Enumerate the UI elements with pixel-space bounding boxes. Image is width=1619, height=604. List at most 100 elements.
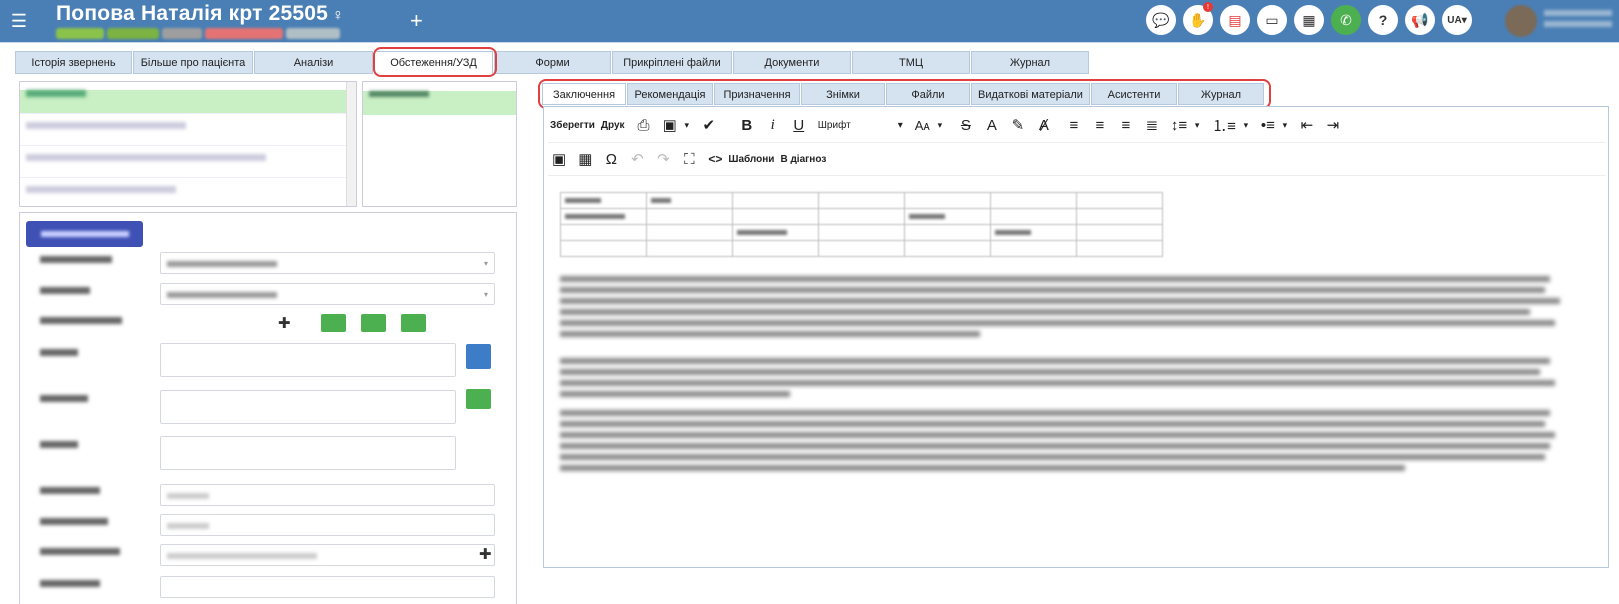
outdent-icon[interactable]: ⇤	[1300, 116, 1314, 134]
tab-journal[interactable]: Журнал	[971, 51, 1089, 74]
table-row	[560, 208, 1163, 225]
field-label	[40, 317, 122, 324]
fullscreen-icon[interactable]: ⛶	[682, 151, 696, 168]
chevron-down-icon[interactable]: ▾	[680, 120, 694, 131]
image-icon[interactable]: ▣	[663, 116, 677, 134]
font-size-icon[interactable]: Aᴀ	[915, 118, 930, 133]
insert-image-icon[interactable]: ▣	[552, 150, 566, 168]
align-justify-icon[interactable]: ≣	[1145, 116, 1159, 134]
female-icon: ♀	[332, 7, 345, 24]
save-button[interactable]: Зберегти	[550, 120, 595, 131]
pdf-icon[interactable]: ▤	[1220, 5, 1250, 35]
card-icon[interactable]: ▭	[1257, 5, 1287, 35]
special-char-icon[interactable]: Ω	[604, 151, 618, 168]
chevron-down-icon[interactable]: ▾	[933, 120, 947, 131]
text-paragraph	[560, 410, 1600, 476]
language-selector[interactable]: UA ▾	[1442, 5, 1472, 35]
to-diagnosis-button[interactable]: В діагноз	[780, 154, 826, 165]
tab-analyses[interactable]: Аналізи	[254, 51, 373, 74]
select-field[interactable]: ▾	[160, 283, 495, 305]
tab-attached-files[interactable]: Прикріплені файли	[612, 51, 732, 74]
green-button[interactable]	[321, 314, 346, 332]
green-button[interactable]	[361, 314, 386, 332]
print-button[interactable]: Друк	[601, 120, 625, 131]
chevron-down-icon[interactable]: ▾	[1278, 120, 1292, 131]
hamburger-icon[interactable]: ☰	[0, 11, 38, 32]
field-label	[40, 548, 120, 555]
field-label	[40, 395, 88, 402]
input-field[interactable]	[160, 484, 495, 506]
add-button[interactable]: +	[410, 8, 423, 34]
input-field[interactable]	[160, 544, 495, 566]
list-item[interactable]	[20, 122, 356, 146]
underline-icon[interactable]: U	[792, 117, 806, 134]
indent-icon[interactable]: ⇥	[1326, 116, 1340, 134]
code-icon[interactable]: <>	[708, 152, 722, 166]
textarea-field[interactable]	[160, 436, 456, 470]
input-field[interactable]	[160, 313, 295, 333]
tab-history[interactable]: Історія звернень	[15, 51, 132, 74]
redo-icon[interactable]: ↷	[656, 150, 670, 168]
chevron-down-icon[interactable]: ▾	[1239, 120, 1253, 131]
italic-icon[interactable]: i	[766, 117, 780, 134]
tab-tmc[interactable]: ТМЦ	[852, 51, 970, 74]
templates-button[interactable]: Шаблони	[728, 154, 774, 165]
editor-toolbar-row-2: ▣ ▦ Ω ↶ ↷ ⛶ <> Шаблони В діагноз	[550, 147, 832, 171]
check-icon[interactable]: ✔	[702, 116, 716, 134]
list-item[interactable]	[20, 90, 356, 114]
green-button[interactable]	[401, 314, 426, 332]
undo-icon[interactable]: ↶	[630, 150, 644, 168]
date-list[interactable]	[362, 81, 517, 207]
printer-icon[interactable]: ⎙	[637, 117, 651, 134]
ordered-list-icon[interactable]: ⒈≡	[1212, 115, 1236, 136]
help-icon[interactable]: ?	[1368, 5, 1398, 35]
table-icon[interactable]: ▦	[578, 150, 592, 168]
add-icon[interactable]: ✚	[278, 314, 291, 332]
phone-icon[interactable]: ✆	[1331, 5, 1361, 35]
patient-name: Попова Наталія крт 25505	[56, 2, 329, 25]
tab-documents[interactable]: Документи	[733, 51, 851, 74]
list-item[interactable]	[20, 154, 356, 178]
chevron-down-icon[interactable]: ▾	[1190, 120, 1204, 131]
field-label	[40, 487, 100, 494]
exam-list[interactable]	[19, 81, 357, 207]
highlighter-icon[interactable]: ✎	[1011, 116, 1025, 134]
field-label	[40, 580, 100, 587]
chip	[162, 28, 202, 39]
textarea-field[interactable]	[160, 390, 456, 424]
hand-icon[interactable]: ✋!	[1183, 2, 1213, 35]
chat-icon[interactable]: 💬	[1146, 5, 1176, 35]
blue-button[interactable]	[466, 344, 491, 369]
bullet-list-icon[interactable]: •≡	[1261, 117, 1275, 134]
tab-more-about-patient[interactable]: Більше про пацієнта	[133, 51, 253, 74]
clear-format-icon[interactable]: Ⱥ	[1037, 117, 1051, 134]
green-button[interactable]	[466, 389, 491, 409]
list-scrollbar[interactable]	[346, 82, 356, 206]
align-right-icon[interactable]: ≡	[1119, 117, 1133, 134]
font-select-label: Шрифт	[817, 119, 851, 131]
add-icon[interactable]: ✚	[479, 545, 492, 563]
input-field[interactable]	[160, 514, 495, 536]
top-icons: 💬 ✋! ▤ ▭ ▦ ✆ ? 📢 UA ▾	[1146, 2, 1472, 35]
align-center-icon[interactable]: ≡	[1093, 117, 1107, 134]
select-field[interactable]: ▾	[160, 252, 495, 274]
highlight-inner-tabs	[538, 79, 1271, 109]
editor-toolbar-row-1: Зберегти Друк ⎙ ▣ ▾ ✔ B i U Шрифт ▾ Aᴀ ▾ S …	[550, 113, 1346, 137]
bold-icon[interactable]: B	[740, 117, 754, 134]
input-field[interactable]	[160, 576, 495, 598]
calculator-icon[interactable]: ▦	[1294, 5, 1324, 35]
list-item[interactable]	[20, 186, 356, 206]
text-color-icon[interactable]: A	[985, 117, 999, 134]
megaphone-icon[interactable]: 📢	[1405, 5, 1435, 35]
list-item[interactable]	[363, 91, 516, 115]
content-table[interactable]	[560, 192, 1163, 257]
tab-forms[interactable]: Форми	[494, 51, 611, 74]
line-height-icon[interactable]: ↕≡	[1171, 117, 1187, 134]
font-select[interactable]: Шрифт ▾	[818, 120, 903, 131]
select-doctor-button[interactable]	[26, 221, 143, 247]
chip	[286, 28, 340, 39]
avatar[interactable]	[1505, 5, 1537, 37]
strikethrough-icon[interactable]: S	[959, 117, 973, 134]
align-left-icon[interactable]: ≡	[1067, 117, 1081, 134]
textarea-field[interactable]	[160, 343, 456, 377]
